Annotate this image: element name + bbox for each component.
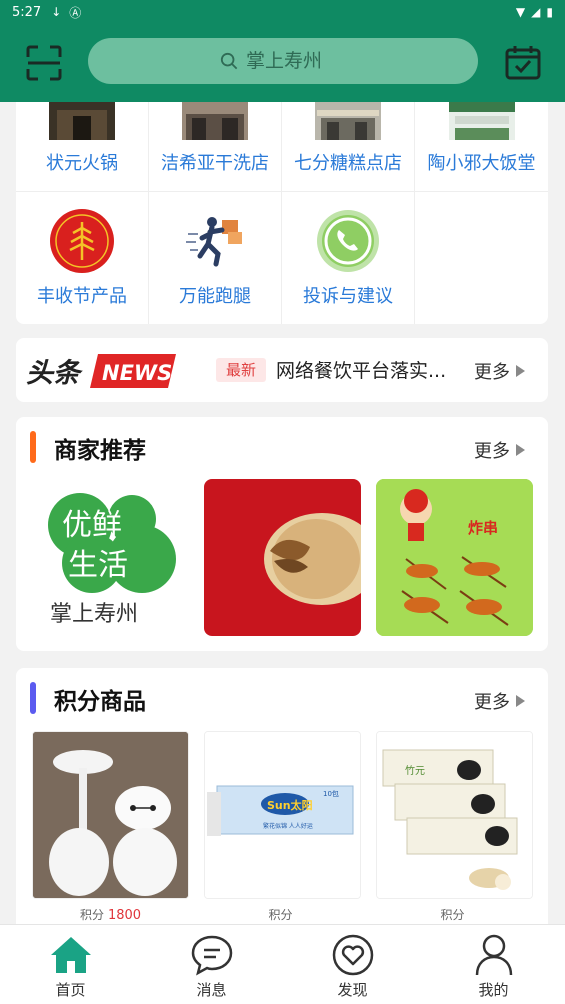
- bbq-poster-text: 炸串: [468, 519, 498, 537]
- nav-label: 发现: [337, 981, 368, 999]
- service-item-empty: [415, 192, 548, 324]
- news-logo-en: NEWS: [102, 361, 172, 385]
- search-bar[interactable]: [88, 38, 478, 84]
- nav-home[interactable]: 首页: [0, 925, 141, 1004]
- tissue-pack-text: 10包: [323, 789, 339, 798]
- merchant-card-youxian[interactable]: 优鲜 生活 掌上寿州: [32, 479, 189, 636]
- signal-icon: ◢: [531, 5, 541, 19]
- youxian-logo-caption: 掌上寿州: [50, 602, 138, 627]
- heart-discover-icon: [332, 934, 373, 976]
- service-grid: 状元火锅 洁希亚干洗店 七分糖糕点店 陶小邪大饭堂 丰收节产品 万能跑腿 投诉与…: [16, 102, 548, 324]
- news-more-button[interactable]: 更多: [474, 358, 525, 384]
- product-card-tissue-pack[interactable]: Sun太阳 10包 繁花似锦 人人好运: [204, 731, 361, 899]
- nav-messages[interactable]: 消息: [141, 925, 282, 1004]
- service-label: 陶小邪大饭堂: [427, 153, 536, 174]
- flatbread-photo: [264, 513, 361, 605]
- delivery-runner-icon: [186, 217, 242, 267]
- status-time: 5:27: [12, 4, 42, 20]
- section-accent-bar: [30, 431, 36, 463]
- phone-icon: [317, 210, 379, 272]
- baymax-lamp-image: [33, 732, 188, 898]
- search-input[interactable]: [246, 50, 346, 72]
- service-item-zhuangyuan-hotpot[interactable]: 状元火锅: [16, 102, 149, 192]
- service-label: 七分糖糕点店: [294, 153, 402, 174]
- bbq-skewers-poster: 炸串: [376, 479, 533, 636]
- news-badge: 最新: [216, 358, 267, 382]
- product-card-bamboo-rolls[interactable]: 竹元: [376, 731, 533, 899]
- service-label: 状元火锅: [46, 153, 118, 174]
- notification-a-icon: Ⓐ: [69, 5, 82, 20]
- news-headline[interactable]: 网络餐饮平台落实...: [276, 356, 461, 383]
- tissue-slogan-text: 繁花似锦 人人好运: [263, 822, 313, 830]
- service-label: 丰收节产品: [37, 286, 127, 307]
- bamboo-tag-text: 竹元: [405, 764, 425, 777]
- chevron-right-icon: [516, 444, 525, 456]
- merchant-more-button[interactable]: 更多: [474, 437, 525, 463]
- restaurant-shop-image: [448, 102, 515, 140]
- user-icon: [475, 934, 512, 976]
- service-item-harvest-festival[interactable]: 丰收节产品: [16, 192, 149, 324]
- points-label: 积分: [268, 908, 293, 922]
- sun-tissue-pack-image: Sun太阳 10包 繁花似锦 人人好运: [205, 732, 360, 898]
- more-label: 更多: [474, 441, 510, 462]
- service-label: 万能跑腿: [179, 286, 251, 307]
- nav-profile[interactable]: 我的: [423, 925, 564, 1004]
- more-label: 更多: [474, 692, 510, 713]
- service-label: 洁希亚干洗店: [161, 153, 269, 174]
- youxian-logo-text-2: 生活: [68, 548, 128, 583]
- youxian-logo-text-1: 优鲜: [62, 508, 122, 543]
- calendar-check-icon[interactable]: [505, 44, 541, 80]
- points-label: 积分: [79, 908, 104, 922]
- points-label: 积分: [440, 908, 465, 922]
- news-logo-cn: 头条: [26, 358, 83, 389]
- merchant-section: 商家推荐 更多 优鲜 生活 掌上寿州 炸串: [16, 417, 548, 651]
- bakery-shop-image: [315, 102, 381, 140]
- service-item-taoxiaoxie-restaurant[interactable]: 陶小邪大饭堂: [415, 102, 548, 192]
- section-title: 商家推荐: [54, 438, 146, 464]
- product-card-baymax-lamp[interactable]: [32, 731, 189, 899]
- home-icon: [50, 937, 91, 973]
- product-points: 积分: [204, 906, 361, 923]
- section-title: 积分商品: [54, 689, 146, 715]
- section-accent-bar: [30, 682, 36, 714]
- points-value: 1800: [107, 908, 142, 923]
- product-points: 积分 1800: [32, 906, 189, 923]
- laundry-shop-image: [182, 102, 248, 140]
- more-label: 更多: [474, 362, 510, 383]
- points-products-section: 积分商品 更多 积分 1800 Sun太阳 10包 繁花似锦 人人好运 积分 竹…: [16, 668, 548, 924]
- message-icon: [191, 935, 232, 976]
- harvest-emblem-icon: [50, 209, 114, 273]
- service-item-jiexiya-laundry[interactable]: 洁希亚干洗店: [149, 102, 282, 192]
- search-icon: [220, 52, 238, 70]
- bottom-navigation: 首页 消息 发现 我的: [0, 924, 565, 1004]
- main-content: 状元火锅 洁希亚干洗店 七分糖糕点店 陶小邪大饭堂 丰收节产品 万能跑腿 投诉与…: [0, 102, 565, 924]
- nav-label: 消息: [196, 981, 227, 999]
- service-item-errand-runner[interactable]: 万能跑腿: [149, 192, 282, 324]
- top-bar: [0, 24, 565, 102]
- youxian-logo-image: 优鲜 生活 掌上寿州: [48, 493, 176, 627]
- nav-label: 我的: [478, 981, 509, 999]
- chevron-right-icon: [516, 365, 525, 377]
- toutiao-news-logo: 头条 NEWS: [26, 354, 176, 389]
- download-icon: ↓: [51, 5, 62, 19]
- status-bar: 5:27 ↓ Ⓐ ▼ ◢ ▮: [0, 0, 565, 24]
- service-label: 投诉与建议: [303, 286, 393, 307]
- battery-icon: ▮: [546, 5, 553, 19]
- merchant-card-flatbread[interactable]: [204, 479, 361, 636]
- hotpot-shop-image: [49, 102, 115, 140]
- chevron-right-icon: [516, 695, 525, 707]
- tissue-brand-text: Sun太阳: [267, 798, 313, 812]
- nav-label: 首页: [55, 981, 86, 999]
- merchant-card-bbq[interactable]: 炸串: [376, 479, 533, 636]
- scan-icon[interactable]: [26, 45, 62, 81]
- bamboo-tissue-rolls-image: 竹元: [377, 732, 532, 898]
- nav-discover[interactable]: 发现: [282, 925, 423, 1004]
- service-item-qifentang-bakery[interactable]: 七分糖糕点店: [282, 102, 415, 192]
- products-more-button[interactable]: 更多: [474, 688, 525, 714]
- service-item-complaints[interactable]: 投诉与建议: [282, 192, 415, 324]
- product-points: 积分: [376, 906, 533, 923]
- news-bar[interactable]: 头条 NEWS 最新 网络餐饮平台落实... 更多: [16, 338, 548, 402]
- wifi-icon: ▼: [515, 5, 526, 19]
